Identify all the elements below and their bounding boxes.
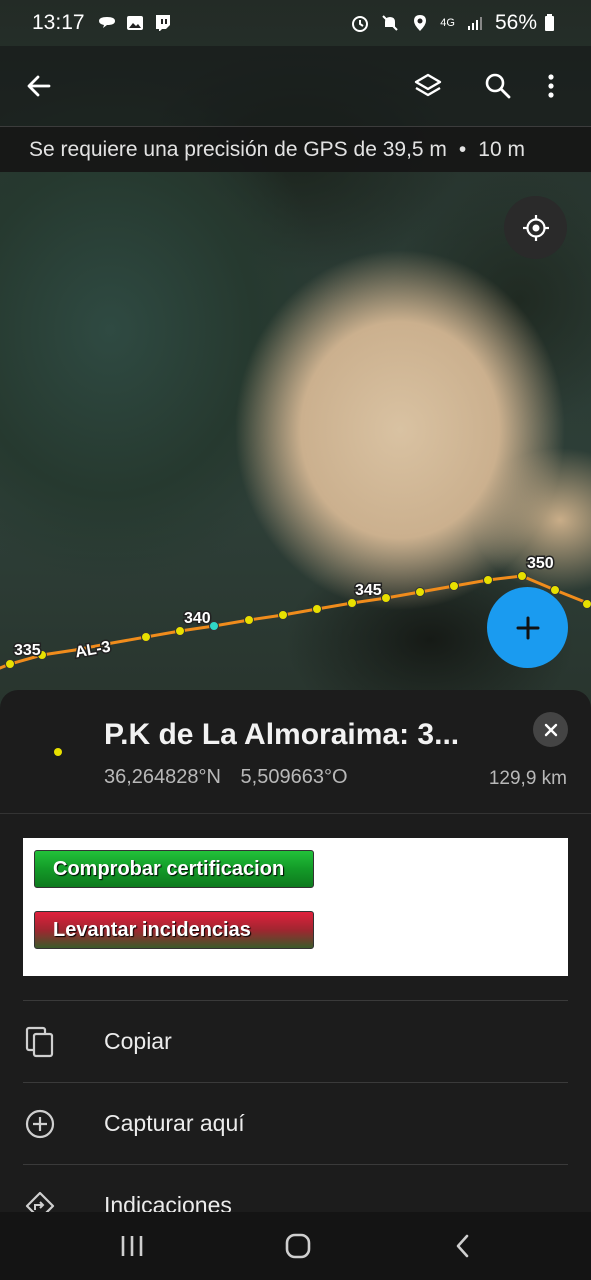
gps-current-accuracy: 10 m <box>478 137 525 161</box>
route-point-marker[interactable] <box>517 571 527 581</box>
route-point-marker[interactable] <box>582 599 591 609</box>
point-marker-icon <box>54 748 62 756</box>
alarm-icon <box>352 16 369 32</box>
route-point-marker[interactable] <box>381 593 391 603</box>
layers-button[interactable] <box>400 58 456 114</box>
add-point-fab[interactable] <box>487 587 568 668</box>
latitude: 36,264828°N <box>104 766 221 788</box>
route-point-marker[interactable] <box>550 585 560 595</box>
signal-icon <box>467 17 482 30</box>
route-point-marker[interactable] <box>5 659 15 669</box>
km-label-350: 350 <box>527 555 554 572</box>
close-icon <box>544 723 557 736</box>
search-icon <box>485 73 511 99</box>
point-title: P.K de La Almoraima: 3... <box>104 718 460 751</box>
battery-percent: 56% <box>494 11 537 34</box>
route-point-marker[interactable] <box>175 626 185 636</box>
layers-icon <box>414 73 442 97</box>
longitude: 5,509663°O <box>240 766 348 788</box>
check-certification-button[interactable]: Comprobar certificacion <box>34 850 314 888</box>
plus-icon <box>516 616 539 639</box>
network-4g-icon: 4G <box>440 17 455 29</box>
mute-icon <box>382 15 398 31</box>
more-options-button[interactable] <box>531 58 571 114</box>
back-button[interactable] <box>11 58 67 114</box>
route-point-marker[interactable] <box>347 598 357 608</box>
nav-recents-button[interactable] <box>102 1226 162 1266</box>
menu-label-capture-here: Capturar aquí <box>104 1110 245 1136</box>
battery-icon <box>545 14 554 31</box>
add-circle-icon <box>23 1107 57 1141</box>
directions-icon <box>23 1189 57 1212</box>
menu-item-capture-here[interactable]: Capturar aquí <box>23 1082 568 1164</box>
menu-label-copy: Copiar <box>104 1028 172 1054</box>
menu-label-directions: Indicaciones <box>104 1192 232 1212</box>
nav-back-button[interactable] <box>433 1226 493 1266</box>
gps-accuracy-banner: Se requiere una precisión de GPS de 39,5… <box>0 126 591 172</box>
system-nav-bar <box>0 1212 591 1280</box>
route-label: AL-3 <box>74 639 112 662</box>
status-bar: 13:17 4G 56% <box>0 0 591 46</box>
km-label-345: 345 <box>355 582 382 599</box>
route-point-marker[interactable] <box>141 632 151 642</box>
gps-separator: • <box>458 137 467 161</box>
route-point-marker[interactable] <box>449 581 459 591</box>
custom-actions-panel: Comprobar certificacion Levantar inciden… <box>23 838 568 976</box>
home-icon <box>285 1233 311 1259</box>
km-label-340: 340 <box>184 610 211 627</box>
back-arrow-icon <box>27 75 51 97</box>
nav-home-button[interactable] <box>268 1226 328 1266</box>
image-icon <box>126 16 143 30</box>
chat-bubble-icon <box>98 17 115 28</box>
route-point-marker[interactable] <box>209 621 219 631</box>
top-toolbar <box>0 46 591 126</box>
sheet-header: P.K de La Almoraima: 3... 36,264828°N 5,… <box>0 690 591 814</box>
point-details-sheet: P.K de La Almoraima: 3... 36,264828°N 5,… <box>0 690 591 1212</box>
back-icon <box>456 1234 469 1258</box>
point-coordinates: 36,264828°N 5,509663°O <box>104 766 348 789</box>
my-location-button[interactable] <box>504 196 567 259</box>
point-distance: 129,9 km <box>488 768 567 789</box>
twitch-icon <box>155 15 170 31</box>
raise-incidents-button[interactable]: Levantar incidencias <box>34 911 314 949</box>
gps-target-icon <box>522 214 549 241</box>
search-button[interactable] <box>470 58 526 114</box>
route-point-marker[interactable] <box>415 587 425 597</box>
gps-requirement-text: Se requiere una precisión de GPS de 39,5… <box>29 137 447 161</box>
route-point-marker[interactable] <box>244 615 254 625</box>
recents-icon <box>121 1236 143 1256</box>
location-icon <box>414 15 427 31</box>
status-time: 13:17 <box>32 11 85 34</box>
route-point-marker[interactable] <box>483 575 493 585</box>
km-label-335: 335 <box>14 642 41 659</box>
route-point-marker[interactable] <box>278 610 288 620</box>
menu-item-directions[interactable]: Indicaciones <box>23 1164 568 1212</box>
close-button[interactable] <box>533 712 568 747</box>
copy-icon <box>23 1025 57 1059</box>
menu-item-copy[interactable]: Copiar <box>23 1000 568 1082</box>
more-vert-icon <box>548 74 554 98</box>
route-point-marker[interactable] <box>312 604 322 614</box>
